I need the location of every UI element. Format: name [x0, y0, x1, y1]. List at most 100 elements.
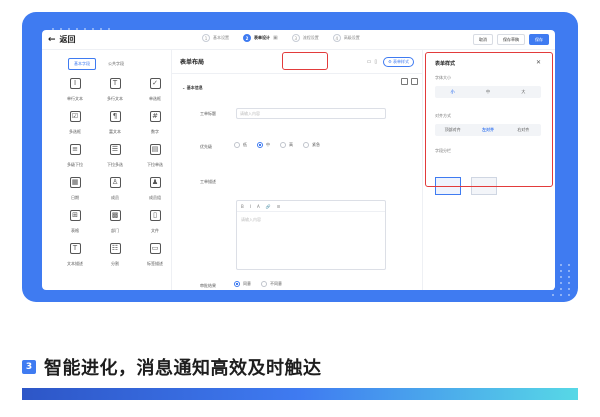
number-icon: # — [149, 111, 161, 122]
save-button[interactable]: 保存 — [529, 34, 549, 45]
field-item[interactable]: # 数字 — [138, 111, 172, 135]
tab-basic-fields[interactable]: 基本字段 — [68, 58, 96, 70]
step-advanced-settings[interactable]: 4 高级设置 — [332, 34, 360, 42]
feature-heading: 3 智能进化，消息通知高效及时触达 — [22, 354, 322, 380]
app-window: ← 返回 1 基本设置 2 表单设计 ▣ 3 流程设置 4 高级设置 取消 保存… — [42, 30, 555, 290]
approval-radio-group: 同意 不同意 — [234, 281, 282, 287]
field-item-label: 日期 — [71, 195, 79, 200]
form-layout-title: 表单布局 — [180, 59, 205, 66]
mobile-layout-icon[interactable]: ▯ — [374, 59, 377, 65]
field-item-label: 成员组 — [149, 195, 161, 200]
link-icon[interactable]: 🔗 — [266, 204, 271, 209]
field-item[interactable]: ☑ 多选框 — [58, 111, 92, 135]
back-button[interactable]: ← 返回 — [48, 34, 76, 45]
preview-icon[interactable]: ▣ — [273, 35, 278, 41]
radio-label: 中 — [266, 142, 270, 147]
step-number: 1 — [202, 34, 210, 42]
field-item[interactable]: ♟ 成员组 — [138, 177, 172, 201]
work-title-label: 工单标题 — [200, 111, 216, 116]
italic-icon[interactable]: I — [250, 204, 251, 209]
divider-icon: ☷ — [109, 243, 121, 254]
top-bar: ← 返回 1 基本设置 2 表单设计 ▣ 3 流程设置 4 高级设置 取消 保存… — [42, 30, 555, 50]
step-basic-settings[interactable]: 1 基本设置 — [202, 34, 229, 42]
decorative-dots — [552, 264, 572, 296]
approve-radio[interactable]: 同意 — [234, 281, 251, 287]
step-form-design[interactable]: 2 表单设计 ▣ — [243, 34, 278, 42]
member-group-icon: ♟ — [149, 177, 161, 188]
layout-toolbar: ▭ ▯ ⚙ 表单样式 — [367, 56, 414, 67]
reject-radio[interactable]: 不同意 — [261, 281, 282, 287]
field-item[interactable]: ▯ 文件 — [138, 210, 172, 234]
field-item[interactable]: ☷ 分割 — [98, 243, 132, 267]
field-item[interactable]: T 文本描述 — [58, 243, 92, 267]
priority-low-radio[interactable]: 低 — [234, 142, 247, 148]
field-item[interactable]: ▦ 日期 — [58, 177, 92, 201]
copy-icon[interactable] — [401, 78, 408, 85]
field-item-label: 多选框 — [69, 129, 81, 134]
file-icon: ▯ — [149, 210, 161, 221]
step-number: 3 — [291, 34, 300, 42]
field-item-label: 多行文本 — [107, 96, 123, 101]
pc-layout-icon[interactable]: ▭ — [367, 59, 372, 65]
approval-label: 审批结果 — [200, 283, 216, 288]
member-icon: ♙ — [109, 177, 121, 188]
single-select-icon: ▤ — [149, 144, 161, 155]
radio-label: 高 — [289, 142, 293, 147]
save-draft-button[interactable]: 保存草稿 — [497, 34, 525, 45]
feature-heading-text: 智能进化，消息通知高效及时触达 — [44, 358, 322, 379]
priority-medium-radio[interactable]: 中 — [257, 142, 270, 148]
description-label: 工单描述 — [200, 179, 216, 184]
cascade-select-icon: ≡ — [69, 144, 81, 155]
form-style-label: 表单样式 — [393, 58, 409, 64]
date-icon: ▦ — [69, 177, 81, 188]
section-number-badge: 3 — [22, 360, 36, 374]
step-flow-settings[interactable]: 3 流程设置 — [291, 34, 319, 42]
multi-select-icon: ☰ — [109, 144, 121, 155]
step-number: 4 — [332, 34, 341, 42]
text-description-icon: T — [69, 243, 81, 254]
section-label: 基本信息 — [186, 85, 203, 90]
field-item-label: 分割 — [111, 261, 119, 266]
field-item-label: 数字 — [151, 129, 159, 134]
section-actions — [401, 78, 418, 85]
field-item[interactable]: ✓ 单选框 — [138, 78, 172, 102]
field-item[interactable]: T 多行文本 — [98, 78, 132, 102]
work-title-input[interactable]: 请输入内容 — [236, 108, 386, 119]
list-icon[interactable]: ☰ — [277, 204, 281, 209]
delete-icon[interactable] — [411, 78, 418, 85]
field-item[interactable]: ☰ 下拉多选 — [98, 144, 132, 168]
gradient-bar — [22, 388, 578, 400]
editor-placeholder: 请输入内容 — [241, 217, 261, 222]
radio-label: 紧急 — [312, 142, 320, 147]
checkbox-icon: ☑ — [69, 111, 81, 122]
font-color-icon[interactable]: A — [257, 204, 260, 209]
field-item[interactable]: ▭ 标签描述 — [138, 243, 172, 267]
form-style-button[interactable]: ⚙ 表单样式 — [383, 56, 414, 67]
radio-icon: ✓ — [149, 78, 161, 89]
field-item-label: 富文本 — [109, 129, 121, 134]
field-tabs: 基本字段 公共字段 — [68, 58, 171, 70]
field-item-label: 部门 — [111, 228, 119, 233]
field-item[interactable]: ⊞ 表格 — [58, 210, 92, 234]
step-indicator: 1 基本设置 2 表单设计 ▣ 3 流程设置 4 高级设置 — [202, 34, 360, 42]
multi-line-text-icon: T — [109, 78, 121, 89]
field-item[interactable]: I 单行文本 — [58, 78, 92, 102]
field-item[interactable]: ♙ 成员 — [98, 177, 132, 201]
back-label: 返回 — [59, 35, 76, 44]
priority-urgent-radio[interactable]: 紧急 — [303, 142, 320, 148]
cancel-button[interactable]: 取消 — [473, 34, 493, 45]
field-palette: 基本字段 公共字段 I 单行文本 T 多行文本 ✓ 单选框 ☑ 多选框 ¶ 富文本 # 数字 ≡ 多级下拉… — [42, 50, 172, 290]
field-item[interactable]: ≡ 多级下拉 — [58, 144, 92, 168]
tab-public-fields[interactable]: 公共字段 — [102, 58, 130, 70]
field-item-label: 单行文本 — [67, 96, 83, 101]
tag-description-icon: ▭ — [149, 243, 161, 254]
field-item[interactable]: ▩ 部门 — [98, 210, 132, 234]
editor-toolbar: B I A 🔗 ☰ — [237, 201, 385, 212]
field-item[interactable]: ¶ 富文本 — [98, 111, 132, 135]
field-item-label: 文件 — [151, 228, 159, 233]
field-item[interactable]: ▤ 下拉单选 — [138, 144, 172, 168]
bold-icon[interactable]: B — [241, 204, 244, 209]
section-title: ⌄ 基本信息 — [182, 85, 203, 90]
description-editor[interactable]: B I A 🔗 ☰ 请输入内容 — [236, 200, 386, 270]
priority-high-radio[interactable]: 高 — [280, 142, 293, 148]
